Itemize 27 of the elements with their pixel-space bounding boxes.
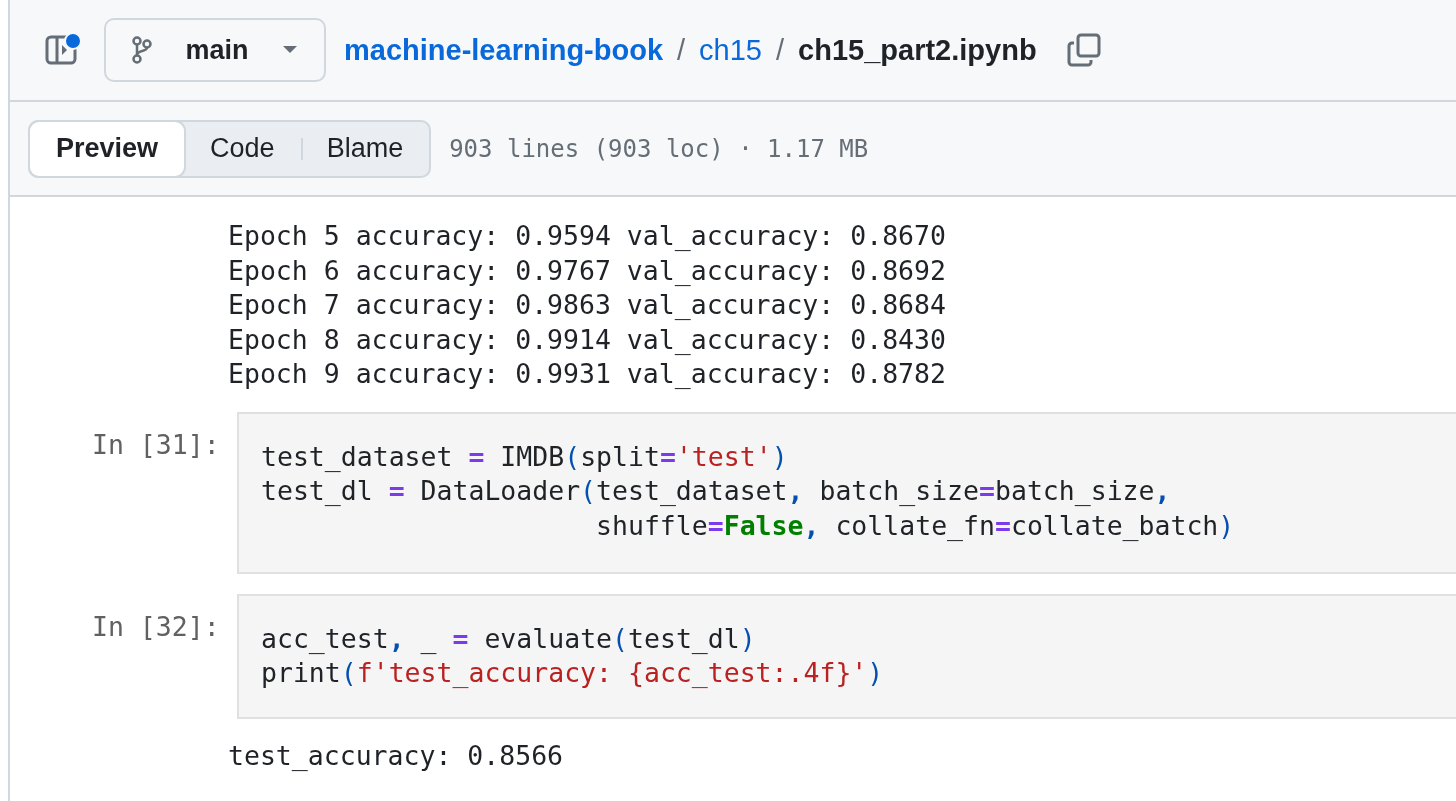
breadcrumb-link[interactable]: ch15	[699, 33, 762, 67]
code-line: print(f'test_accuracy: {acc_test:.4f}')	[261, 656, 885, 690]
view-tab[interactable]: Preview	[30, 121, 185, 176]
output-line: test_accuracy: 0.8566	[228, 738, 565, 773]
code-line: acc_test, _ = evaluate(test_dl)	[261, 621, 757, 656]
cell-prompt: In [31]:	[92, 427, 220, 462]
sidebar-icon	[45, 33, 79, 67]
file-name: ch15_part2.ipynb	[798, 33, 1037, 67]
code-line: test_dataset = IMDB(split='test')	[261, 439, 789, 474]
cell-prompt: In [32]:	[92, 609, 220, 644]
copy-icon[interactable]	[1066, 33, 1101, 67]
output-line: Epoch 7 accuracy: 0.9863 val_accuracy: 0.8684	[228, 288, 947, 322]
code-line: test_dl = DataLoader(test_dataset, batch_size=batch_size,	[261, 474, 1172, 508]
path-separator: /	[677, 33, 686, 67]
file-info: 903 lines (903 loc) · 1.17 MB	[449, 134, 869, 163]
breadcrumb-link[interactable]: machine-learning-book	[344, 33, 664, 67]
code-line: shuffle=False, collate_fn=collate_batch)	[595, 508, 1236, 543]
output-line: Epoch 8 accuracy: 0.9914 val_accuracy: 0.8430	[228, 322, 947, 357]
view-tab[interactable]: Code	[184, 121, 301, 176]
caret-icon	[282, 45, 298, 55]
output-line: Epoch 6 accuracy: 0.9767 val_accuracy: 0.8692	[228, 253, 947, 288]
view-tab[interactable]: Blame	[300, 121, 430, 176]
branch-selector[interactable]: main	[104, 18, 326, 82]
branch-icon	[132, 36, 152, 64]
output-line: Epoch 9 accuracy: 0.9931 val_accuracy: 0.8782	[228, 357, 947, 391]
path-separator: /	[776, 33, 785, 67]
output-line: Epoch 5 accuracy: 0.9594 val_accuracy: 0.8670	[228, 219, 947, 253]
